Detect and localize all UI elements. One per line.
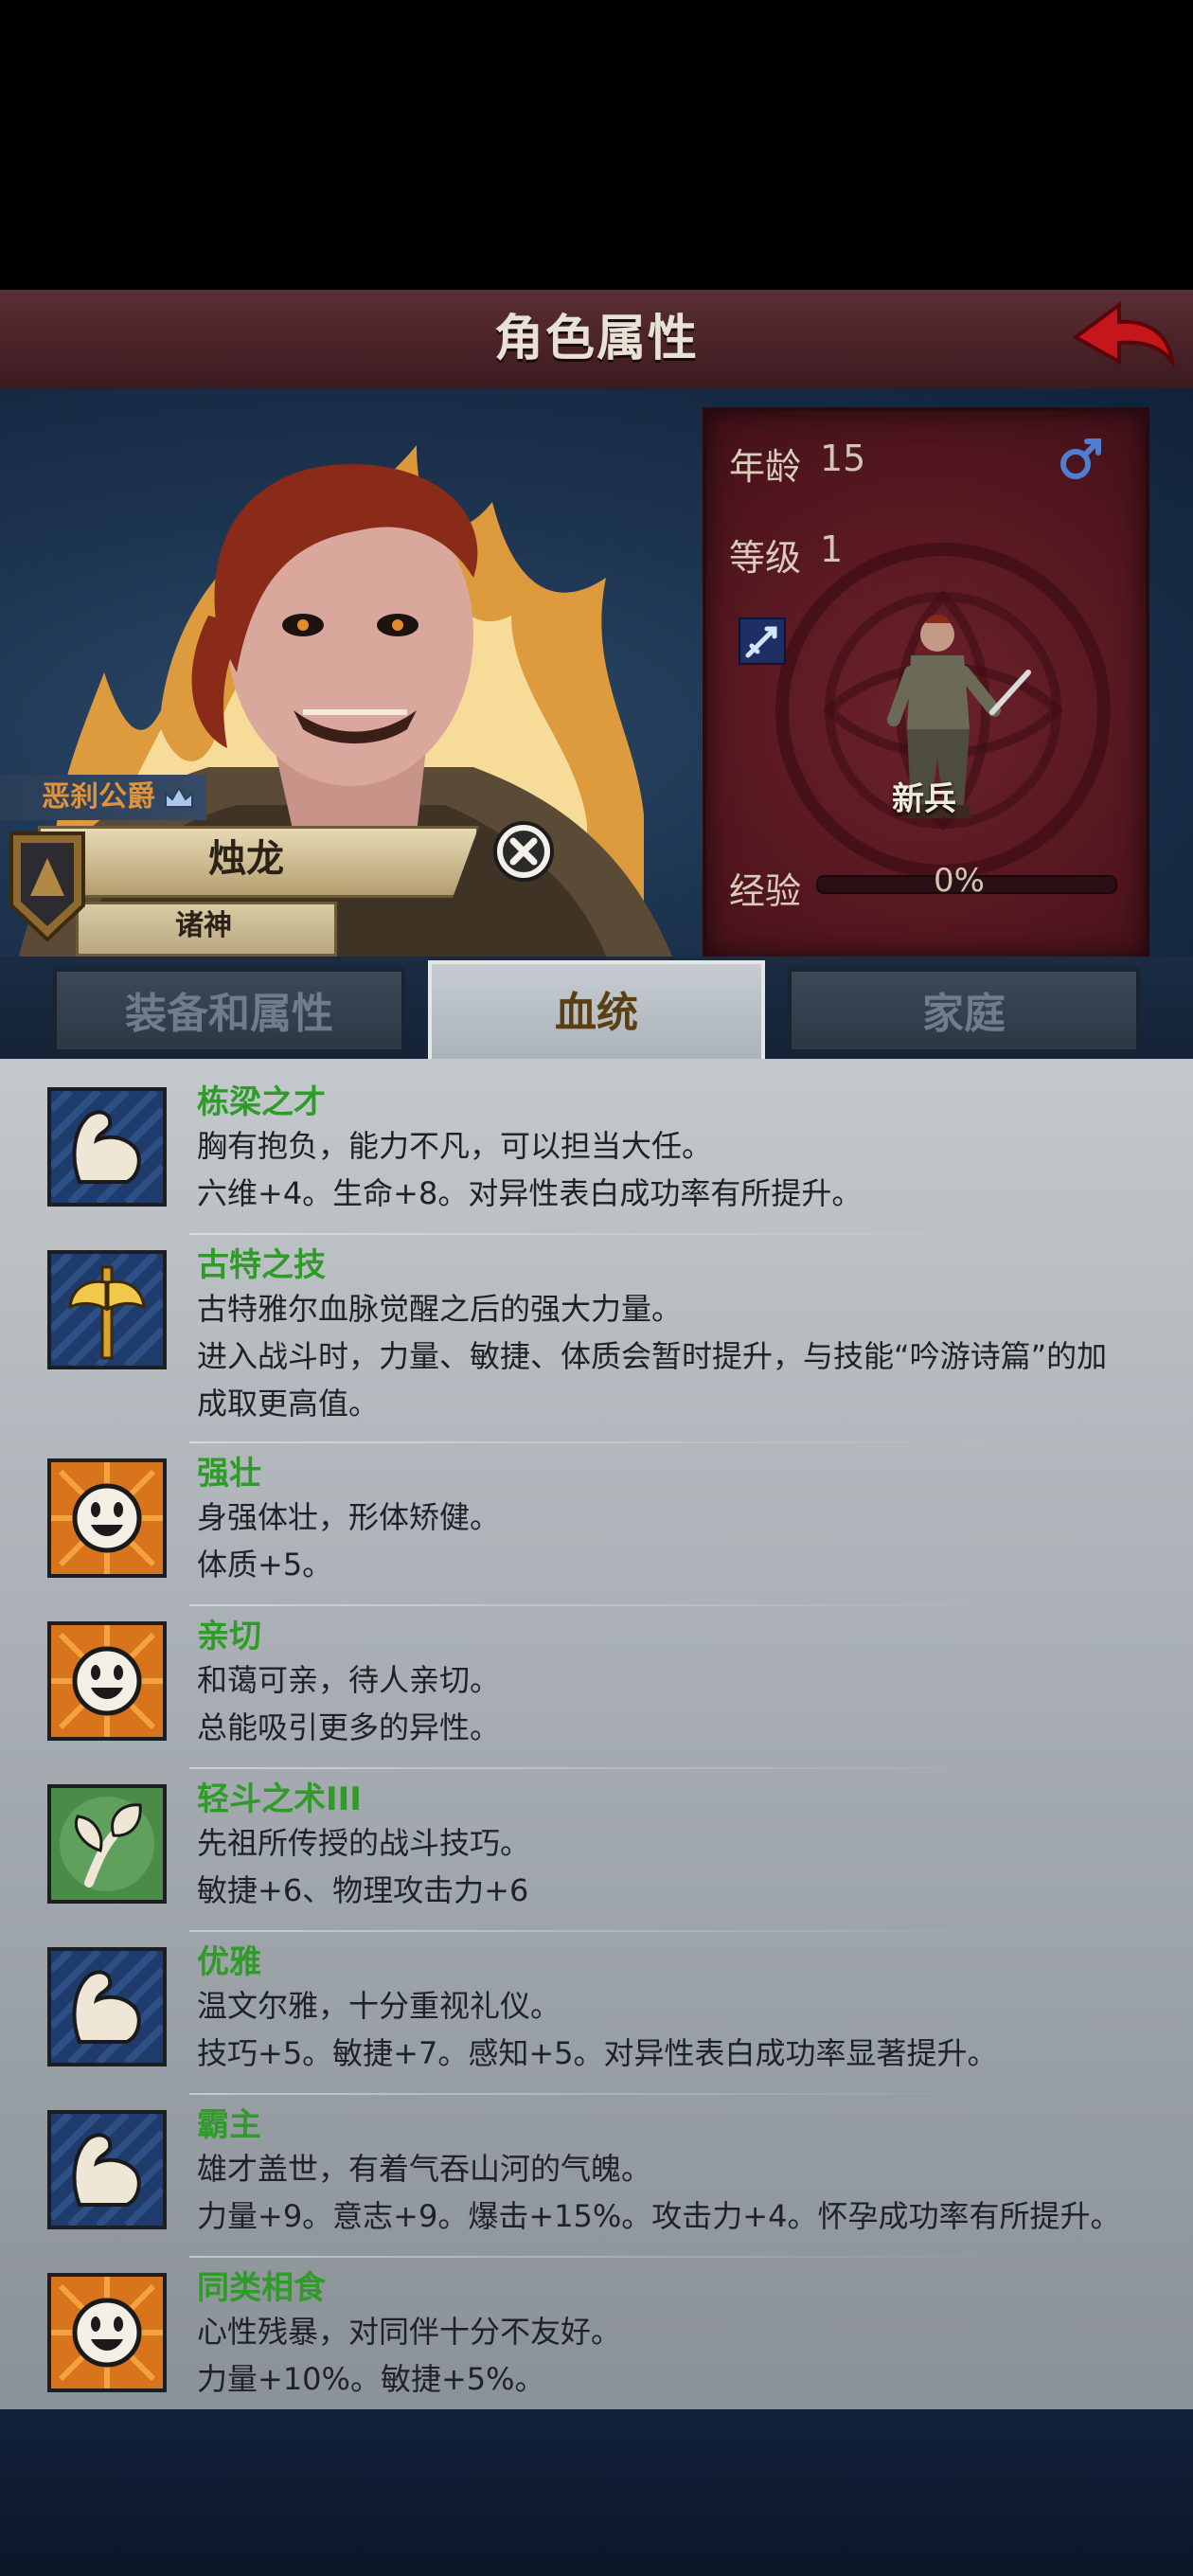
tab-bloodline[interactable]: 血统 xyxy=(428,960,765,1066)
age-label: 年龄 xyxy=(729,446,802,488)
tab-equipment[interactable]: 装备和属性 xyxy=(53,968,405,1053)
back-arrow-icon[interactable] xyxy=(1066,295,1178,381)
trait-description: 成取更高值。 xyxy=(197,1386,380,1422)
trait-name: 古特之技 xyxy=(197,1246,326,1284)
trait-description: 胸有抱负，能力不凡，可以担当大任。 xyxy=(197,1128,713,1164)
trait-description: 力量+9。意志+9。爆击+15%。攻击力+4。怀孕成功率有所提升。 xyxy=(197,2198,1121,2234)
muscle-arm-icon xyxy=(47,1947,167,2066)
trait-name: 亲切 xyxy=(197,1618,261,1655)
trait-description: 技巧+5。敏捷+7。感知+5。对异性表白成功率显著提升。 xyxy=(197,2035,998,2071)
divider xyxy=(189,1233,1004,1235)
character-name: 烛龙 xyxy=(208,837,284,881)
divider xyxy=(189,1441,1004,1443)
trait-description: 总能吸引更多的异性。 xyxy=(197,1709,501,1745)
muscle-arm-icon xyxy=(47,1087,167,1207)
trait-description: 和蔼可亲，待人亲切。 xyxy=(197,1662,501,1698)
level-value: 1 xyxy=(820,528,844,570)
trait-description: 身强体壮，形体矫健。 xyxy=(197,1499,501,1535)
male-gender-icon xyxy=(1060,438,1101,479)
trait-name: 强壮 xyxy=(197,1455,261,1493)
age-value: 15 xyxy=(820,438,866,479)
faction-name: 诸神 xyxy=(175,909,232,942)
trait-name: 同类相食 xyxy=(197,2269,326,2307)
faction-crest-icon xyxy=(9,832,85,942)
crown-icon xyxy=(165,786,193,808)
divider xyxy=(189,2256,1004,2258)
smiley-face-icon xyxy=(47,1621,167,1741)
divider xyxy=(189,2093,1004,2095)
divider xyxy=(189,1767,1004,1769)
smiley-face-icon xyxy=(47,2273,167,2392)
divider xyxy=(189,1930,1004,1932)
exp-value: 0% xyxy=(934,862,985,900)
trait-name: 轻斗之术III xyxy=(197,1780,362,1818)
trait-description: 心性残暴，对同伴十分不友好。 xyxy=(197,2314,622,2350)
leaf-branch-icon xyxy=(47,1784,167,1904)
trait-description: 温文尔雅，十分重视礼仪。 xyxy=(197,1988,561,2024)
exp-label: 经验 xyxy=(729,870,802,912)
trait-name: 霸主 xyxy=(197,2106,261,2144)
page-title: 角色属性 xyxy=(493,311,699,367)
trait-description: 体质+5。 xyxy=(197,1547,333,1583)
trait-description: 力量+10%。敏捷+5%。 xyxy=(197,2361,545,2397)
sword-skill-icon[interactable] xyxy=(739,617,786,665)
trait-description: 敏捷+6、物理攻击力+6 xyxy=(197,1872,529,1908)
trait-name: 优雅 xyxy=(197,1943,261,1981)
close-icon[interactable] xyxy=(492,820,555,883)
golden-axe-icon xyxy=(47,1250,167,1369)
smiley-face-icon xyxy=(47,1458,167,1578)
trait-description: 雄才盖世，有着气吞山河的气魄。 xyxy=(197,2151,652,2187)
class-name: 新兵 xyxy=(892,780,956,818)
level-label: 等级 xyxy=(729,537,802,579)
trait-description: 古特雅尔血脉觉醒之后的强大力量。 xyxy=(197,1291,683,1327)
divider xyxy=(189,1604,1004,1606)
trait-description: 进入战斗时，力量、敏捷、体质会暂时提升，与技能“吟游诗篇”的加 xyxy=(197,1338,1108,1374)
trait-description: 六维+4。生命+8。对异性表白成功率有所提升。 xyxy=(197,1175,863,1211)
trait-name: 栋梁之才 xyxy=(197,1083,326,1121)
tab-family[interactable]: 家庭 xyxy=(788,968,1140,1053)
bottom-background xyxy=(0,2409,1193,2576)
trait-description: 先祖所传授的战斗技巧。 xyxy=(197,1825,531,1861)
muscle-arm-icon xyxy=(47,2110,167,2229)
